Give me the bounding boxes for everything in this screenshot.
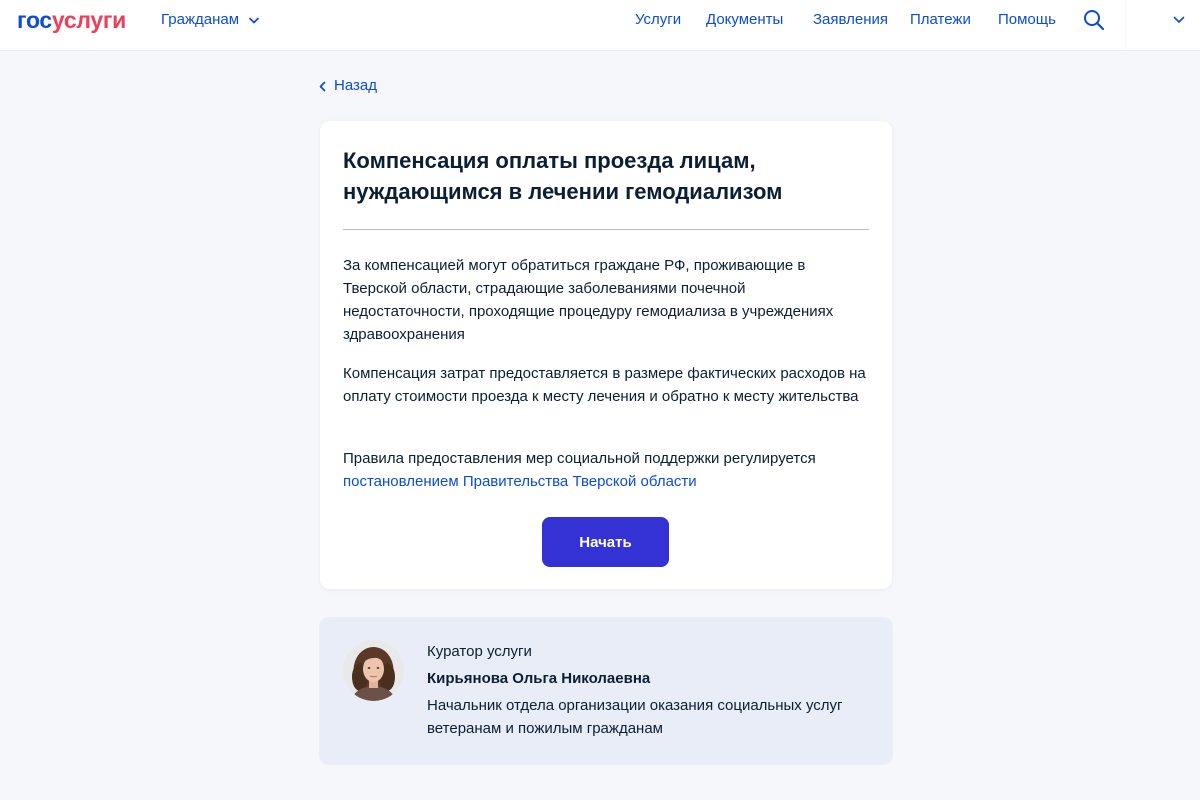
- chevron-left-icon: [319, 81, 326, 91]
- regulation-link[interactable]: постановлением Правительства Тверской об…: [343, 473, 697, 490]
- site-header: госуслуги Гражданам Услуги Документы Зая…: [0, 0, 1200, 51]
- header-divider: [1125, 0, 1126, 51]
- curator-card: Куратор услуги Кирьянова Ольга Николаевн…: [319, 617, 893, 765]
- start-button[interactable]: Начать: [542, 517, 669, 567]
- page-title: Компенсация оплаты проезда лицам, нуждаю…: [343, 148, 783, 204]
- avatar: [343, 640, 404, 701]
- rules-text: Правила предоставления мер социальной по…: [343, 450, 816, 467]
- rules-paragraph: Правила предоставления мер социальной по…: [343, 447, 869, 493]
- nav-item-payments[interactable]: Платежи: [910, 10, 971, 30]
- curator-info: Куратор услуги Кирьянова Ольга Николаевн…: [427, 640, 877, 740]
- nav-item-services[interactable]: Услуги: [635, 10, 681, 30]
- curator-caption: Куратор услуги: [427, 643, 532, 660]
- back-label: Назад: [334, 77, 377, 94]
- compensation-paragraph: Компенсация затрат предоставляется в раз…: [343, 365, 866, 405]
- back-link[interactable]: Назад: [319, 77, 377, 95]
- search-icon[interactable]: [1083, 9, 1105, 31]
- curator-name: Кирьянова Ольга Николаевна: [427, 670, 651, 687]
- nav-item-documents[interactable]: Документы: [706, 10, 783, 30]
- service-card: Компенсация оплаты проезда лицам, нуждаю…: [320, 121, 892, 589]
- eligibility-paragraph: За компенсацией могут обратиться граждан…: [343, 257, 834, 343]
- title-divider: [343, 229, 869, 230]
- curator-position: Начальник отдела организации оказания со…: [427, 697, 843, 737]
- chevron-down-icon[interactable]: [1173, 16, 1185, 24]
- main-nav: Услуги Документы Заявления Платежи Помощ…: [0, 10, 1200, 30]
- nav-item-help[interactable]: Помощь: [998, 10, 1056, 30]
- nav-item-applications[interactable]: Заявления: [813, 10, 888, 30]
